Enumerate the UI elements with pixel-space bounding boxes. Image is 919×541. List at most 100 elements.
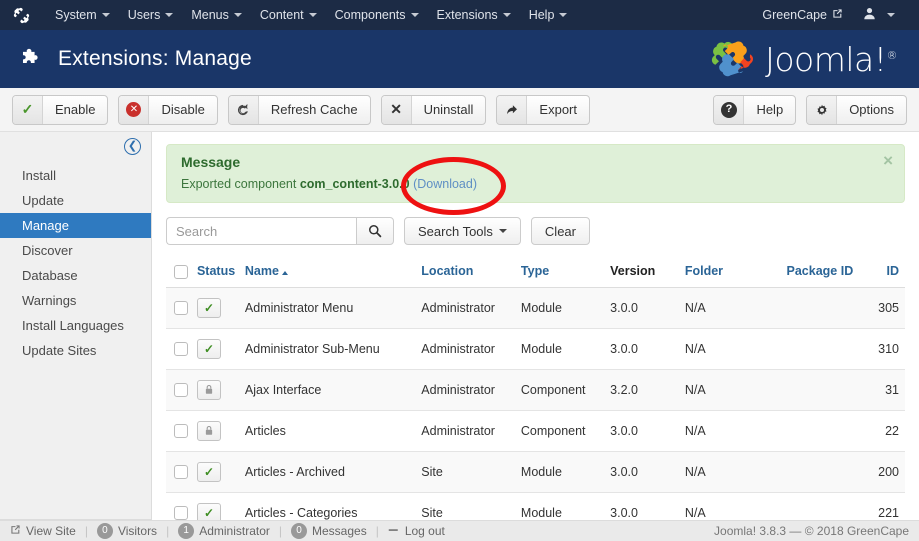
- menu-item-help[interactable]: Help: [520, 0, 577, 30]
- column-header-type[interactable]: Type: [516, 258, 607, 288]
- sidebar-item-label: Install: [22, 168, 56, 183]
- check-icon[interactable]: ✓: [196, 461, 221, 482]
- table-row[interactable]: Articles Administrator Component 3.0.0 N…: [166, 410, 905, 452]
- row-type: Module: [516, 287, 607, 329]
- table-row[interactable]: ✓ Articles - Archived Site Module 3.0.0 …: [166, 451, 905, 493]
- options-button[interactable]: Options: [806, 94, 907, 125]
- menu-item-menus[interactable]: Menus: [182, 0, 251, 30]
- lock-icon: [196, 420, 221, 441]
- close-icon[interactable]: ×: [883, 152, 893, 169]
- column-label: Version: [610, 264, 656, 279]
- row-checkbox[interactable]: [174, 383, 188, 398]
- question-circle-icon: ?: [714, 95, 745, 124]
- enable-button[interactable]: ✓ Enable: [12, 94, 109, 125]
- refresh-cache-button[interactable]: Refresh Cache: [227, 94, 371, 125]
- menu-item-components[interactable]: Components: [326, 0, 428, 30]
- column-label: Name: [244, 264, 279, 279]
- footer-logout[interactable]: Log out: [388, 524, 445, 538]
- search-tools-button[interactable]: Search Tools: [404, 217, 521, 245]
- action-toolbar: ✓ Enable ✕ Disable Refresh Cache ✕ Unins…: [0, 88, 919, 132]
- sidebar-item-install-languages[interactable]: Install Languages: [0, 313, 151, 338]
- sidebar-item-update-sites[interactable]: Update Sites: [0, 338, 151, 363]
- help-button[interactable]: ? Help: [713, 94, 797, 125]
- check-icon[interactable]: ✓: [196, 297, 221, 318]
- column-header-status[interactable]: Status: [192, 258, 241, 288]
- column-header-checkall: [166, 258, 193, 288]
- row-folder: N/A: [680, 410, 783, 452]
- export-button[interactable]: Export: [496, 94, 590, 125]
- footer-administrator[interactable]: 1 Administrator: [178, 523, 270, 539]
- sidebar-item-database[interactable]: Database: [0, 263, 151, 288]
- button-label: Export: [539, 102, 577, 117]
- sidebar-item-update[interactable]: Update: [0, 188, 151, 213]
- download-link[interactable]: (Download): [413, 177, 477, 191]
- row-type: Component: [516, 410, 607, 452]
- menu-item-system[interactable]: System: [46, 0, 119, 30]
- row-name[interactable]: Administrator Menu: [240, 287, 418, 329]
- row-checkbox[interactable]: [174, 465, 188, 480]
- column-header-package-id[interactable]: Package ID: [782, 258, 870, 288]
- row-checkbox[interactable]: [174, 301, 188, 316]
- sort-asc-icon: [281, 271, 288, 276]
- toolbar-uninstall-group: ✕ Uninstall: [380, 94, 487, 125]
- page-title: Extensions: Manage: [58, 47, 252, 70]
- menu-item-users[interactable]: Users: [119, 0, 183, 30]
- sidebar-item-discover[interactable]: Discover: [0, 238, 151, 263]
- check-icon[interactable]: ✓: [196, 338, 221, 359]
- row-checkbox-cell: [166, 492, 193, 520]
- search-input[interactable]: [166, 217, 356, 245]
- row-folder: N/A: [680, 287, 783, 329]
- sidebar-item-install[interactable]: Install: [0, 163, 151, 188]
- disable-button[interactable]: ✕ Disable: [118, 94, 218, 125]
- row-checkbox[interactable]: [174, 424, 188, 439]
- row-checkbox-cell: [166, 451, 193, 493]
- row-name[interactable]: Articles: [240, 410, 418, 452]
- row-status-cell: ✓: [192, 492, 241, 520]
- registered-mark: ®: [886, 48, 898, 62]
- row-package-id: [782, 328, 870, 370]
- toolbar-options-group: Options: [806, 94, 907, 125]
- arrow-circle-left-icon[interactable]: ❮: [124, 138, 141, 155]
- row-type: Component: [516, 369, 607, 411]
- sidebar-item-warnings[interactable]: Warnings: [0, 288, 151, 313]
- footer-view-site[interactable]: View Site: [10, 524, 76, 538]
- logout-icon: [388, 524, 400, 538]
- column-header-folder[interactable]: Folder: [680, 258, 783, 288]
- footer-divider: |: [166, 524, 170, 538]
- column-label: Status: [196, 264, 236, 279]
- footer-visitors[interactable]: 0 Visitors: [96, 523, 157, 539]
- sidebar-collapse-row: ❮: [0, 138, 151, 163]
- check-icon[interactable]: ✓: [196, 502, 221, 520]
- row-name[interactable]: Administrator Sub-Menu: [240, 328, 418, 370]
- footer-label: Administrator: [199, 524, 270, 538]
- menu-item-content[interactable]: Content: [251, 0, 326, 30]
- table-row[interactable]: ✓ Administrator Sub-Menu Administrator M…: [166, 328, 905, 370]
- footer-divider: |: [84, 524, 88, 538]
- row-name[interactable]: Ajax Interface: [240, 369, 418, 411]
- row-checkbox-cell: [166, 287, 193, 329]
- column-header-id[interactable]: ID: [869, 258, 905, 288]
- row-id: 221: [869, 492, 905, 520]
- row-folder: N/A: [680, 492, 783, 520]
- table-row[interactable]: ✓ Administrator Menu Administrator Modul…: [166, 287, 905, 329]
- table-row[interactable]: Ajax Interface Administrator Component 3…: [166, 369, 905, 411]
- row-checkbox[interactable]: [174, 342, 188, 357]
- row-name[interactable]: Articles - Archived: [240, 451, 418, 493]
- joomla-mark-icon[interactable]: [10, 5, 32, 25]
- row-name[interactable]: Articles - Categories: [240, 492, 418, 520]
- footer-messages[interactable]: 0 Messages: [291, 523, 367, 539]
- menu-item-extensions[interactable]: Extensions: [428, 0, 520, 30]
- uninstall-button[interactable]: ✕ Uninstall: [380, 94, 487, 125]
- column-header-location[interactable]: Location: [417, 258, 517, 288]
- sidebar-item-manage[interactable]: Manage: [0, 213, 151, 238]
- column-label: Package ID: [786, 264, 854, 279]
- search-icon[interactable]: [356, 217, 394, 245]
- table-row[interactable]: ✓ Articles - Categories Site Module 3.0.…: [166, 492, 905, 520]
- view-site-link[interactable]: GreenCape: [752, 8, 853, 22]
- select-all-checkbox[interactable]: [174, 264, 188, 279]
- user-menu-button[interactable]: [853, 7, 905, 23]
- row-checkbox[interactable]: [174, 506, 188, 520]
- clear-button[interactable]: Clear: [530, 217, 590, 245]
- column-header-name[interactable]: Name: [240, 258, 418, 288]
- button-label: Options: [849, 102, 894, 117]
